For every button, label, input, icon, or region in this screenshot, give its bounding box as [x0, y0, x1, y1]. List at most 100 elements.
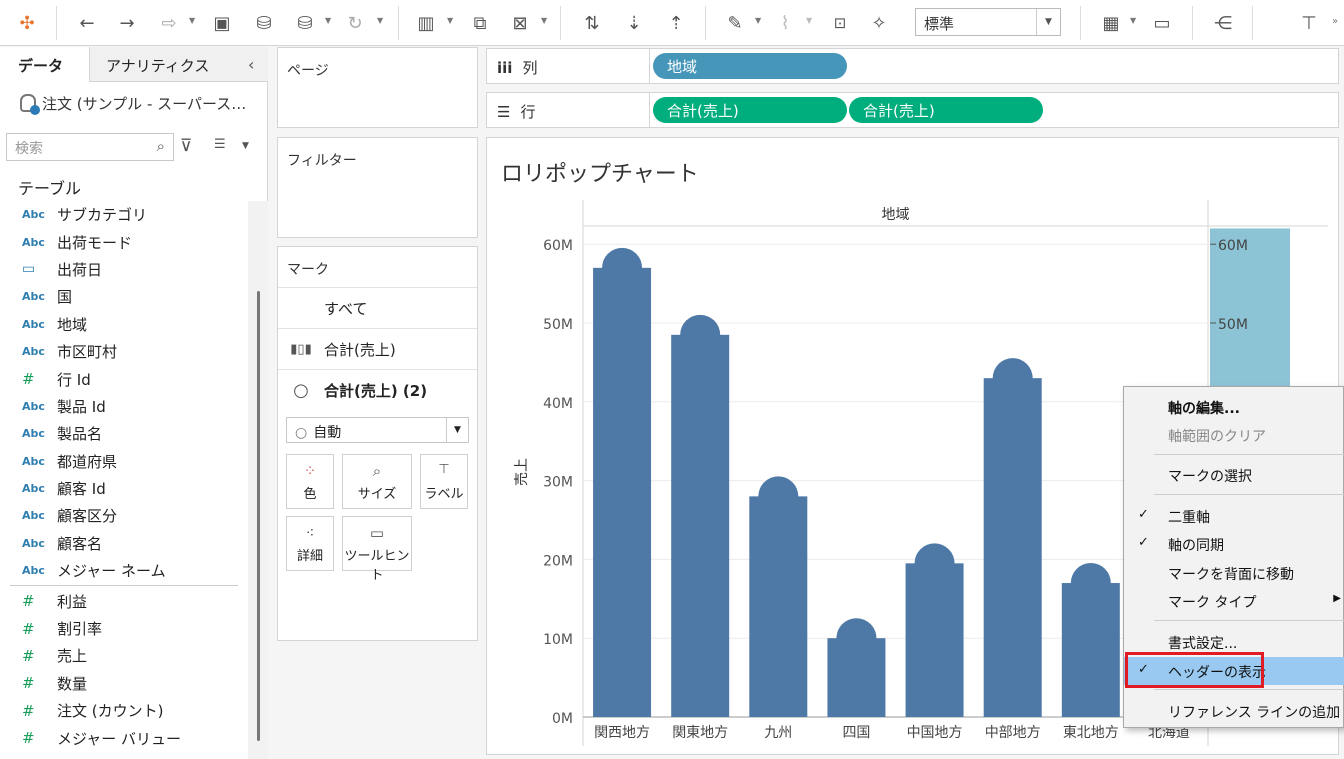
field-item[interactable]: ▭ 出荷日	[0, 256, 248, 283]
field-item[interactable]: # 売上	[0, 642, 248, 669]
new-datasource-icon[interactable]: ⛁	[249, 8, 279, 38]
calendar-icon: ▭	[22, 261, 36, 278]
menu-item[interactable]: ✓ 軸の同期	[1124, 530, 1344, 558]
row-pill-sales-1[interactable]: 合計(売上)	[653, 97, 847, 123]
presentation-icon[interactable]: ▭	[1147, 8, 1177, 38]
collapse-pane-icon[interactable]: ‹	[248, 55, 254, 74]
search-icon[interactable]: ⌕	[157, 137, 165, 155]
datasource-item[interactable]: 注文 (サンプル - スーパース…	[20, 93, 246, 115]
tooltip-icon[interactable]: ⊤	[1294, 8, 1324, 38]
menu-item[interactable]: マークを背面に移動	[1124, 559, 1344, 587]
chevron-down-icon[interactable]: ▼	[806, 16, 812, 25]
redo-icon[interactable]: →	[112, 8, 142, 38]
clear-icon[interactable]: ⊠	[505, 8, 535, 38]
show-me-icon[interactable]: ▦	[1096, 8, 1126, 38]
marks-sum2-tab[interactable]: ○ 合計(売上) (2)	[278, 369, 477, 410]
rows-shelf[interactable]: ☰ 行 合計(売上) 合計(売上)	[486, 92, 1339, 128]
chevron-down-icon[interactable]: ▼	[377, 16, 383, 25]
field-item[interactable]: Abc 顧客 Id	[0, 475, 248, 502]
sort-asc-icon[interactable]: ⇣	[619, 8, 649, 38]
field-name: 出荷モード	[57, 233, 133, 252]
field-item[interactable]: Abc 顧客名	[0, 530, 248, 557]
new-worksheet-icon[interactable]: ▥	[411, 8, 441, 38]
swap-icon[interactable]: ⇅	[577, 8, 607, 38]
filter-icon[interactable]: ⊽	[180, 136, 192, 156]
menu-item[interactable]: ✓ 二重軸	[1124, 502, 1344, 530]
share-icon[interactable]: ⋲	[1208, 8, 1238, 38]
chevron-down-icon[interactable]: ▼	[541, 16, 547, 25]
field-item[interactable]: Abc 市区町村	[0, 338, 248, 365]
refresh-icon[interactable]: ↻	[340, 8, 370, 38]
field-item[interactable]: # 利益	[0, 587, 248, 614]
tab-data[interactable]: データ	[18, 55, 63, 76]
field-item[interactable]: Abc メジャー ネーム	[0, 557, 248, 584]
view-list-icon[interactable]: ☰	[214, 137, 226, 152]
field-item[interactable]: # 数量	[0, 670, 248, 697]
menu-item[interactable]: リファレンス ラインの追加	[1124, 697, 1344, 725]
chevron-down-icon[interactable]: ▼	[1130, 16, 1136, 25]
menu-item[interactable]: 軸の編集...	[1124, 393, 1344, 421]
tab-analytics[interactable]: アナリティクス	[106, 55, 209, 76]
field-item[interactable]: Abc 製品 Id	[0, 393, 248, 420]
mark-type-select[interactable]: ○ 自動 ▼	[286, 417, 469, 443]
chevron-down-icon[interactable]: ▼	[447, 16, 453, 25]
field-item[interactable]: Abc 国	[0, 283, 248, 310]
field-item[interactable]: Abc 地域	[0, 311, 248, 338]
tooltip-button[interactable]: ▭ ツールヒント	[342, 516, 412, 583]
menu-item[interactable]: マークの選択	[1124, 461, 1344, 489]
chevron-down-icon[interactable]: ▼	[325, 16, 331, 25]
field-item[interactable]: Abc 製品名	[0, 420, 248, 447]
field-item[interactable]: # 注文 (カウント)	[0, 697, 248, 724]
tableau-logo-icon[interactable]: ✣	[12, 8, 42, 38]
datasource-icon	[20, 94, 40, 115]
marks-sum1-tab[interactable]: ▮▯▮ 合計(売上)	[278, 328, 477, 369]
field-item[interactable]: Abc 顧客区分	[0, 502, 248, 529]
rows-label-text: 行	[520, 103, 536, 121]
field-item[interactable]: Abc サブカテゴリ	[0, 201, 248, 228]
field-name: 市区町村	[57, 343, 118, 362]
columns-shelf[interactable]: iii 列 地域	[486, 48, 1339, 84]
chevron-down-icon[interactable]: ▼	[1036, 9, 1060, 35]
field-item[interactable]: Abc 都道府県	[0, 448, 248, 475]
marks-all-tab[interactable]: すべて	[278, 287, 477, 328]
field-name: 数量	[57, 674, 88, 693]
label-icon[interactable]: ⊡	[825, 8, 855, 38]
chevron-down-icon[interactable]: ▼	[446, 418, 468, 442]
field-item[interactable]: # 割引率	[0, 615, 248, 642]
chevron-down-icon[interactable]: ▼	[242, 141, 249, 151]
color-button[interactable]: ⁘ 色	[286, 454, 334, 509]
scrollbar-thumb[interactable]	[257, 291, 260, 741]
field-item[interactable]: # 行 Id	[0, 365, 248, 392]
scrollbar[interactable]	[248, 201, 268, 759]
circle-icon: ○	[295, 425, 308, 441]
pin-icon[interactable]: ✧	[864, 8, 894, 38]
field-item[interactable]: Abc 出荷モード	[0, 228, 248, 255]
pause-icon[interactable]: ⇨	[154, 8, 184, 38]
field-item[interactable]: # メジャー バリュー	[0, 724, 248, 751]
fit-select[interactable]: 標準 ▼	[915, 8, 1061, 36]
undo-icon[interactable]: ←	[72, 8, 102, 38]
group-icon[interactable]: ⌇	[770, 8, 800, 38]
label-button[interactable]: ⊤ ラベル	[420, 454, 468, 509]
column-pill-region[interactable]: 地域	[653, 53, 847, 79]
chevron-down-icon[interactable]: ▼	[189, 16, 195, 25]
menu-item[interactable]: マーク タイプ ▶	[1124, 587, 1344, 615]
chevron-right-icon[interactable]: »	[1332, 16, 1338, 27]
size-button[interactable]: ⌕ サイズ	[342, 454, 412, 509]
right-axis-label: 60M	[1218, 238, 1248, 254]
filters-card[interactable]: フィルター	[277, 137, 478, 238]
pause-updates-icon[interactable]: ⛁	[290, 8, 320, 38]
sort-desc-icon[interactable]: ⇡	[661, 8, 691, 38]
row-pill-sales-2[interactable]: 合計(売上)	[849, 97, 1043, 123]
detail-button[interactable]: ⁖ 詳細	[286, 516, 334, 571]
menu-item-label: 軸の同期	[1168, 538, 1224, 554]
chevron-down-icon[interactable]: ▼	[755, 16, 761, 25]
save-icon[interactable]: ▣	[207, 8, 237, 38]
highlight-icon[interactable]: ✎	[720, 8, 750, 38]
pages-card[interactable]: ページ	[277, 47, 478, 128]
submenu-arrow-icon: ▶	[1333, 593, 1341, 604]
search-input[interactable]: 検索 ⌕	[6, 133, 174, 161]
color-label: 色	[303, 487, 317, 502]
field-name: 出荷日	[57, 260, 103, 279]
duplicate-icon[interactable]: ⧉	[465, 8, 495, 38]
